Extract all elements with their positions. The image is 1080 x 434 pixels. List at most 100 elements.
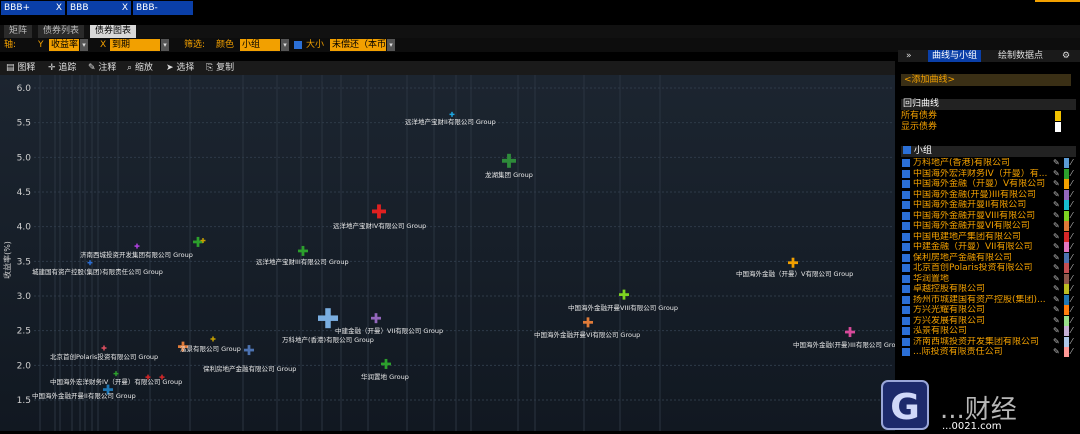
segment-bbb[interactable]: BBB X [67, 1, 131, 15]
pen-icon[interactable]: ✎ [1053, 158, 1060, 168]
collapse-icon[interactable]: » [902, 50, 916, 62]
color-swatch[interactable] [1064, 294, 1069, 305]
group-item[interactable]: 中国海外金融开曼VI有限公司 ✎ ⁄ [901, 221, 1079, 231]
color-swatch[interactable] [1055, 122, 1061, 132]
pen-icon[interactable]: ✎ [1053, 326, 1060, 336]
checkbox[interactable] [902, 253, 910, 262]
palette-icon[interactable]: ⁄ [1071, 179, 1072, 189]
color-swatch[interactable] [1064, 305, 1069, 315]
data-point[interactable] [134, 243, 140, 249]
checkbox[interactable] [902, 348, 910, 356]
pen-icon[interactable]: ✎ [1053, 211, 1060, 221]
data-point[interactable] [298, 245, 308, 256]
checkbox[interactable] [902, 274, 910, 283]
y-axis-select[interactable]: 收益率 [49, 39, 79, 51]
close-icon[interactable]: X [56, 1, 62, 15]
palette-icon[interactable]: ⁄ [1071, 242, 1072, 252]
palette-icon[interactable]: ⁄ [1071, 190, 1072, 200]
pen-icon[interactable]: ✎ [1053, 242, 1060, 252]
checkbox[interactable] [902, 180, 910, 188]
group-item[interactable]: 扬州市城建国有资产控股(集团)... ✎ ⁄ [901, 294, 1079, 305]
color-swatch[interactable] [1064, 200, 1069, 210]
color-swatch[interactable] [1064, 221, 1069, 231]
color-swatch[interactable] [1064, 315, 1069, 326]
pen-icon[interactable]: ✎ [1053, 169, 1060, 179]
pen-icon[interactable]: ✎ [1053, 253, 1060, 263]
palette-icon[interactable]: ⁄ [1071, 337, 1072, 347]
group-item[interactable]: 方兴光耀有限公司 ✎ ⁄ [901, 305, 1079, 315]
checkbox[interactable] [902, 285, 910, 293]
zoom-button[interactable]: ⌕ 缩放 [127, 61, 153, 75]
group-item[interactable]: 方兴发展有限公司 ✎ ⁄ [901, 315, 1079, 326]
checkbox[interactable] [903, 146, 911, 154]
data-point[interactable] [371, 313, 381, 324]
pen-icon[interactable]: ✎ [1053, 305, 1060, 315]
palette-icon[interactable]: ⁄ [1071, 169, 1072, 179]
data-point[interactable] [318, 308, 338, 329]
data-point[interactable] [244, 345, 254, 356]
checkbox[interactable] [902, 327, 910, 335]
tab-matrix[interactable]: 矩阵 [4, 25, 33, 38]
chevron-down-icon[interactable]: ▾ [387, 39, 395, 51]
data-point[interactable] [193, 236, 203, 247]
color-select[interactable]: 小组 [240, 39, 280, 51]
group-item[interactable]: 泓景有限公司 ✎ ⁄ [901, 326, 1079, 336]
tab-bond-list[interactable]: 债券列表 [38, 25, 85, 38]
palette-icon[interactable]: ⁄ [1071, 295, 1072, 305]
group-item[interactable]: 卓越控股有限公司 ✎ ⁄ [901, 284, 1079, 294]
color-swatch[interactable] [1064, 210, 1069, 221]
palette-icon[interactable]: ⁄ [1071, 316, 1072, 326]
checkbox[interactable] [902, 211, 910, 220]
scatter-chart[interactable]: 6.0 5.5 5.0 4.5 4.0 3.5 3.0 2.5 2.0 1.5 收益率(%) 远洋地产… [0, 75, 904, 431]
pen-icon[interactable]: ✎ [1053, 190, 1060, 200]
pen-icon[interactable]: ✎ [1053, 295, 1060, 305]
tab-plot-points[interactable]: 绘制数据点 [994, 50, 1047, 62]
add-curve-input[interactable]: <添加曲线> [901, 74, 1071, 86]
palette-icon[interactable]: ⁄ [1071, 274, 1072, 284]
checkbox[interactable] [902, 295, 910, 304]
color-swatch[interactable] [1064, 252, 1069, 263]
regression-item-all[interactable]: 所有债券 [901, 111, 937, 122]
group-item[interactable]: 济南西城投资开发集团有限公司 ✎ ⁄ [901, 336, 1079, 347]
color-swatch[interactable] [1064, 263, 1069, 273]
group-item[interactable]: 中国海外金融开曼VIII有限公司 ✎ ⁄ [901, 210, 1079, 221]
pen-icon[interactable]: ✎ [1053, 284, 1060, 294]
group-item[interactable]: 中国海外金融（开曼）V有限公司 ✎ ⁄ [901, 179, 1079, 189]
chevron-down-icon[interactable]: ▾ [80, 39, 88, 51]
color-swatch[interactable] [1064, 347, 1069, 357]
checkbox[interactable] [902, 201, 910, 209]
palette-icon[interactable]: ⁄ [1071, 211, 1072, 221]
group-item[interactable]: 中国电建地产集团有限公司 ✎ ⁄ [901, 231, 1079, 242]
color-swatch[interactable] [1064, 242, 1069, 252]
size-select[interactable]: 未偿还（本币 [330, 39, 386, 51]
legend-button[interactable]: ▤ 图释 [6, 61, 35, 75]
color-swatch[interactable] [1064, 326, 1069, 336]
pen-icon[interactable]: ✎ [1053, 263, 1060, 273]
pen-icon[interactable]: ✎ [1053, 274, 1060, 284]
palette-icon[interactable]: ⁄ [1071, 263, 1072, 273]
palette-icon[interactable]: ⁄ [1071, 158, 1072, 168]
color-swatch[interactable] [1064, 273, 1069, 284]
group-item[interactable]: 中国海外金融(开曼)III有限公司 ✎ ⁄ [901, 189, 1079, 200]
color-swatch[interactable] [1064, 189, 1069, 200]
palette-icon[interactable]: ⁄ [1071, 200, 1072, 210]
palette-icon[interactable]: ⁄ [1071, 347, 1072, 357]
checkbox[interactable] [902, 222, 910, 230]
checkbox[interactable] [902, 264, 910, 272]
color-swatch[interactable] [1064, 168, 1069, 179]
annotate-button[interactable]: ✎ 注释 [88, 61, 116, 75]
group-item[interactable]: 中国海外金融开曼II有限公司 ✎ ⁄ [901, 200, 1079, 210]
palette-icon[interactable]: ⁄ [1071, 326, 1072, 336]
checkbox[interactable] [902, 169, 910, 178]
color-swatch[interactable] [1064, 231, 1069, 242]
checkbox[interactable] [902, 243, 910, 251]
group-item[interactable]: 华润置地 ✎ ⁄ [901, 273, 1079, 284]
data-point[interactable] [502, 153, 516, 168]
data-point[interactable] [210, 336, 216, 342]
checkbox[interactable] [902, 232, 910, 241]
color-swatch[interactable] [1055, 111, 1061, 121]
scatter-plot-area[interactable]: 6.0 5.5 5.0 4.5 4.0 3.5 3.0 2.5 2.0 1.5 收益率(%) 远洋地产… [0, 75, 904, 431]
tab-bond-chart[interactable]: 债券图表 [90, 25, 137, 38]
segment-bbb-plus[interactable]: BBB+ X [1, 1, 65, 15]
checkbox[interactable] [902, 159, 910, 167]
